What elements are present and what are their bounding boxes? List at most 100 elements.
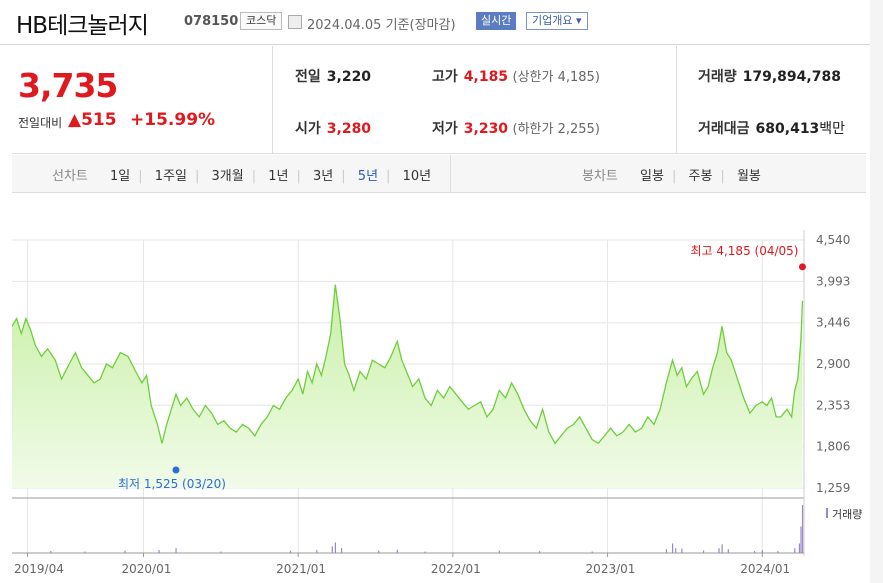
change-percent: +15.99% bbox=[130, 110, 216, 130]
change-amount: ▲515 bbox=[68, 110, 117, 130]
tab-1w[interactable]: 1주일 bbox=[155, 169, 187, 184]
trade-value-label: 거래대금 bbox=[698, 121, 750, 137]
trade-value-unit: 백만 bbox=[819, 121, 846, 137]
prev-close-label: 전일 bbox=[295, 69, 321, 85]
candle-chart-tabs: 봉차트 일봉 | 주봉 | 월봉 bbox=[582, 165, 769, 184]
volume-value: 179,894,788 bbox=[742, 69, 841, 85]
volume-bar bbox=[675, 548, 677, 553]
x-tick-label: 2023/01 bbox=[586, 562, 636, 576]
page-scroll-gutter bbox=[870, 0, 883, 583]
tab-divider: | bbox=[720, 169, 725, 184]
prev-close-value: 3,220 bbox=[326, 69, 372, 85]
trade-value: 거래대금 680,413백만 bbox=[698, 118, 845, 138]
price-chart: 4,540 3,993 3,446 2,900 2,353 1,806 1,259 최고 4,… bbox=[12, 230, 862, 576]
x-tick-label: 2024/01 bbox=[740, 562, 790, 576]
volume-bar bbox=[721, 544, 723, 553]
volume-bar bbox=[681, 548, 683, 553]
tab-divider: | bbox=[138, 169, 143, 184]
y-tick-label: 2,353 bbox=[816, 398, 850, 412]
tab-10y[interactable]: 10년 bbox=[403, 169, 432, 184]
low-price: 저가 3,230 (하한가 2,255) bbox=[432, 118, 600, 138]
stock-page: HB테크놀러지 078150 코스닥 2024.04.05 기준(장마감) 실시… bbox=[0, 0, 883, 583]
tab-divider: | bbox=[195, 169, 200, 184]
tab-daily[interactable]: 일봉 bbox=[640, 169, 664, 184]
current-price-panel: 3,735 전일대비 ▲515 +15.99% bbox=[12, 46, 273, 154]
y-tick-label: 1,806 bbox=[816, 440, 850, 454]
tab-divider: | bbox=[671, 169, 677, 184]
tab-divider: | bbox=[341, 169, 346, 184]
stock-name: HB테크놀러지 bbox=[16, 13, 149, 39]
volume-bar bbox=[801, 505, 804, 553]
summary-divider bbox=[676, 46, 677, 154]
volume-bar bbox=[665, 549, 668, 553]
volume: 거래량 179,894,788 bbox=[698, 66, 841, 86]
date-basis: 기준(장마감) bbox=[385, 18, 456, 33]
line-chart-label: 선차트 bbox=[52, 169, 88, 184]
volume-bar bbox=[331, 546, 333, 553]
quote-date: 2024.04.05 기준(장마감) bbox=[307, 14, 456, 33]
min-label: 최저 1,525 (03/20) bbox=[118, 477, 226, 491]
tab-weekly[interactable]: 주봉 bbox=[688, 169, 712, 184]
y-tick-label: 1,259 bbox=[816, 481, 850, 495]
volume-legend-label: 거래량 bbox=[832, 508, 862, 521]
volume-bar bbox=[175, 548, 177, 553]
tab-3y[interactable]: 3년 bbox=[313, 169, 333, 184]
company-info-dropdown[interactable]: 기업개요 ▾ bbox=[526, 12, 588, 30]
lower-limit: (하한가 2,255) bbox=[512, 122, 600, 137]
market-badge: 코스닥 bbox=[240, 12, 283, 30]
trade-value-amount: 680,413 bbox=[755, 121, 820, 137]
volume-bar bbox=[672, 543, 674, 553]
price-summary: 3,735 전일대비 ▲515 +15.99% 전일 3,220 시가 3,280 … bbox=[12, 46, 866, 154]
stock-code: 078150 bbox=[184, 14, 239, 29]
volume-bar bbox=[727, 549, 729, 553]
stock-header: HB테크놀러지 078150 코스닥 2024.04.05 기준(장마감) 실시… bbox=[0, 0, 870, 45]
high-value: 4,185 bbox=[463, 69, 509, 85]
upper-limit: (상한가 4,185) bbox=[512, 70, 600, 85]
volume-bar bbox=[334, 542, 336, 553]
realtime-button[interactable]: 실시간 bbox=[476, 12, 517, 30]
open-value: 3,280 bbox=[326, 121, 372, 137]
x-tick-label: 2019/04 bbox=[14, 562, 64, 576]
x-tick-label: 2020/01 bbox=[121, 562, 171, 576]
tabs-divider bbox=[450, 155, 451, 193]
change-label: 전일대비 bbox=[18, 116, 63, 130]
tab-1y[interactable]: 1년 bbox=[268, 169, 288, 184]
current-price: 3,735 bbox=[18, 66, 118, 105]
max-label: 최고 4,185 (04/05) bbox=[690, 244, 798, 258]
chart-left-margin bbox=[0, 195, 12, 583]
volume-bar bbox=[718, 548, 720, 553]
min-point bbox=[172, 466, 180, 474]
volume-bar bbox=[798, 543, 801, 553]
x-tick-label: 2022/01 bbox=[431, 562, 481, 576]
tab-3m[interactable]: 3개월 bbox=[212, 169, 244, 184]
y-tick-label: 3,993 bbox=[816, 274, 850, 288]
calendar-icon bbox=[288, 15, 302, 29]
volume-label: 거래량 bbox=[698, 69, 737, 85]
open-price: 시가 3,280 bbox=[295, 118, 371, 138]
low-value: 3,230 bbox=[463, 121, 509, 137]
line-chart-tabs: 선차트 1일 | 1주일 | 3개월 | 1년 | 3년 | 5년 | 10년 bbox=[52, 165, 439, 184]
tab-divider: | bbox=[296, 169, 301, 184]
low-label: 저가 bbox=[432, 121, 458, 137]
max-point bbox=[798, 263, 806, 271]
candle-chart-label: 봉차트 bbox=[582, 169, 618, 184]
high-price: 고가 4,185 (상한가 4,185) bbox=[432, 66, 600, 86]
volume-bar bbox=[800, 526, 802, 553]
tab-5y[interactable]: 5년 bbox=[358, 169, 378, 184]
y-tick-label: 3,446 bbox=[816, 316, 850, 330]
prev-close: 전일 3,220 bbox=[295, 66, 371, 86]
tab-divider: | bbox=[251, 169, 257, 184]
y-tick-label: 4,540 bbox=[816, 233, 850, 247]
high-label: 고가 bbox=[432, 69, 458, 85]
chart-tabs: 선차트 1일 | 1주일 | 3개월 | 1년 | 3년 | 5년 | 10년 봉차트 일봉… bbox=[12, 155, 866, 193]
tab-1d[interactable]: 1일 bbox=[110, 169, 130, 184]
date-value: 2024.04.05 bbox=[307, 18, 382, 33]
volume-bar bbox=[396, 549, 398, 553]
y-tick-label: 2,900 bbox=[816, 357, 850, 371]
open-label: 시가 bbox=[295, 121, 321, 137]
price-area bbox=[12, 284, 803, 488]
volume-legend-swatch bbox=[826, 508, 828, 518]
tab-monthly[interactable]: 월봉 bbox=[737, 169, 761, 184]
volume-bar bbox=[794, 548, 796, 553]
volume-bar bbox=[340, 548, 343, 553]
